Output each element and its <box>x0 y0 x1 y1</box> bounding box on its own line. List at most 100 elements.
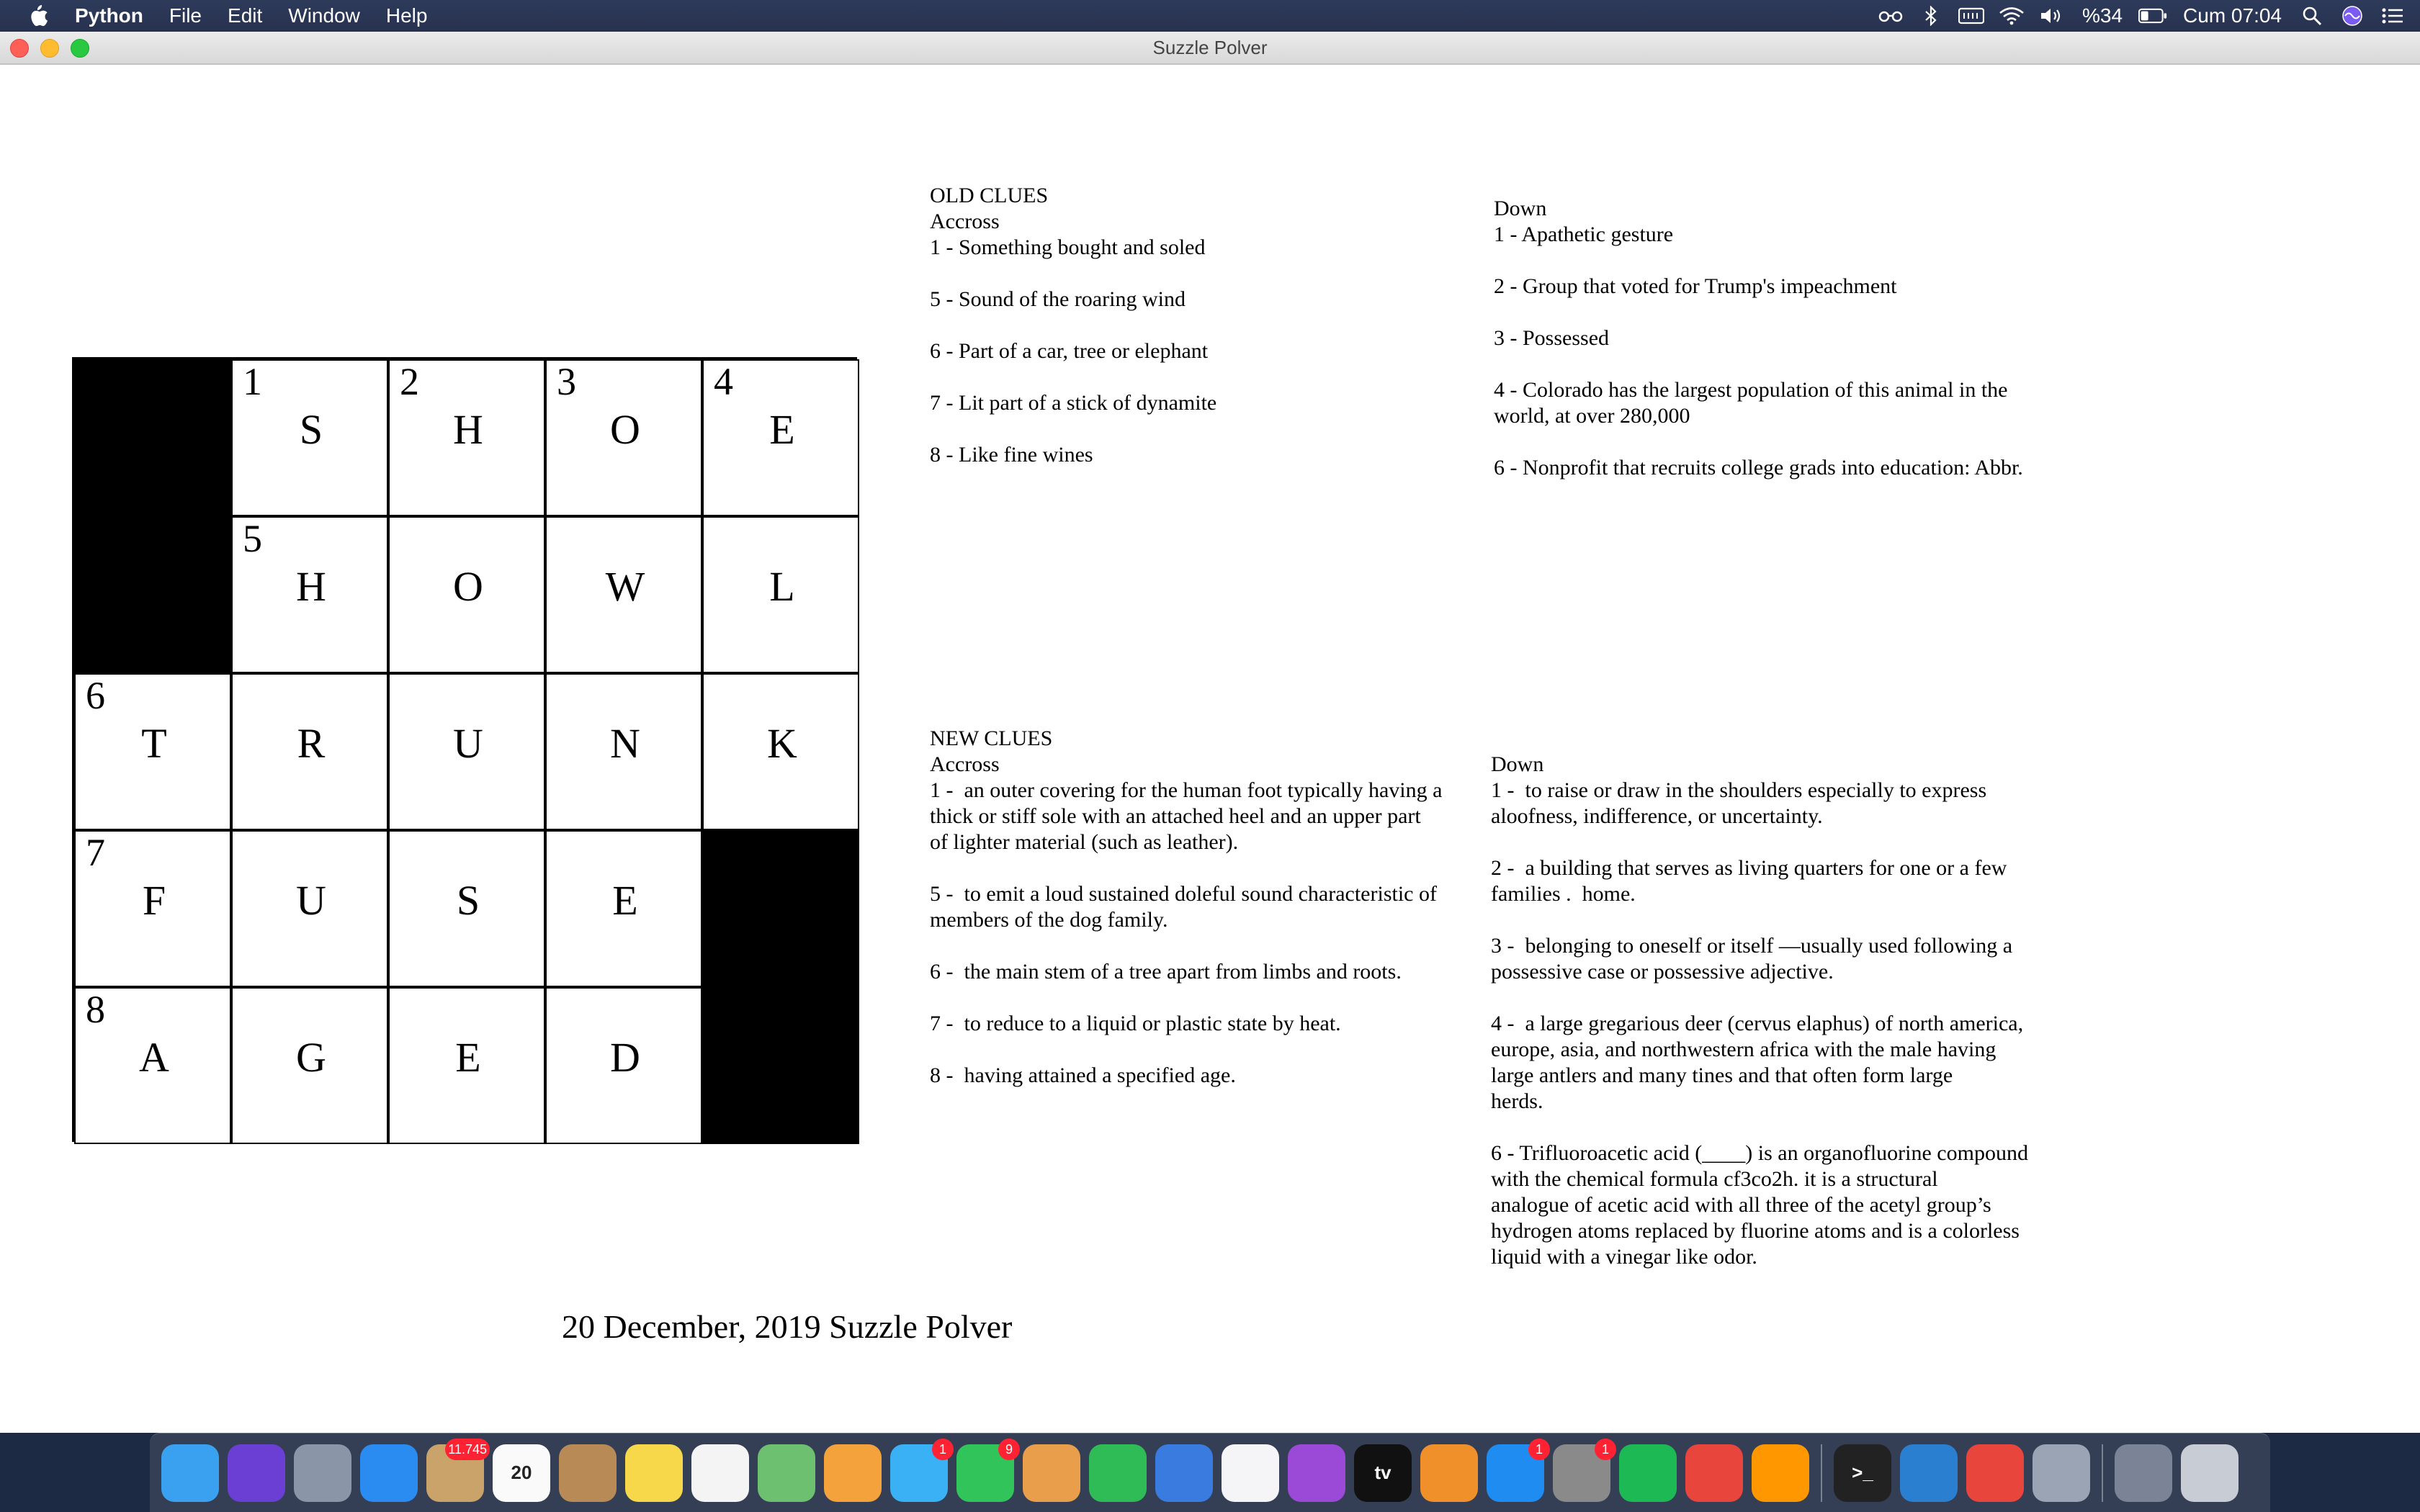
grid-cell[interactable]: D <box>545 987 702 1144</box>
grid-cell[interactable]: 7F <box>74 830 231 987</box>
menu-help[interactable]: Help <box>373 0 441 32</box>
keyboard-icon[interactable] <box>1957 0 1986 32</box>
window-zoom-button[interactable] <box>71 39 89 58</box>
new-clues-down-label: Down <box>1491 752 1544 776</box>
spotlight-search-icon[interactable] <box>2298 0 2326 32</box>
sublime-text-icon[interactable] <box>1752 1444 1809 1502</box>
notes-icon[interactable] <box>625 1444 683 1502</box>
terminal-icon[interactable]: >_ <box>1834 1444 1891 1502</box>
cell-letter: E <box>612 877 638 924</box>
spotify-icon[interactable] <box>1619 1444 1677 1502</box>
old-clues-heading: OLD CLUES <box>930 184 1049 207</box>
reminders-icon[interactable] <box>691 1444 749 1502</box>
window-titlebar: Suzzle Polver <box>0 32 2420 65</box>
grid-cell[interactable]: N <box>545 673 702 830</box>
grid-cell[interactable]: S <box>388 830 545 987</box>
mail-icon[interactable]: 11.745 <box>426 1438 490 1502</box>
cell-letter: H <box>453 406 483 453</box>
keynote-icon[interactable] <box>1155 1444 1213 1502</box>
cell-letter: L <box>769 563 795 610</box>
grid-cell[interactable]: 5H <box>231 516 388 673</box>
rocket-icon[interactable] <box>2033 1444 2090 1502</box>
grid-cell[interactable]: K <box>702 673 859 830</box>
dock-separator <box>1821 1444 1822 1502</box>
trash-icon[interactable] <box>2181 1444 2238 1502</box>
old-clues-down-label: Down <box>1494 197 1547 220</box>
window-minimize-button[interactable] <box>40 39 59 58</box>
glasses-icon[interactable] <box>1876 0 1905 32</box>
vscode-icon[interactable] <box>1900 1444 1958 1502</box>
grid-cell[interactable]: U <box>231 830 388 987</box>
tv-icon[interactable]: tv <box>1354 1444 1412 1502</box>
grid-cell[interactable]: U <box>388 673 545 830</box>
contacts-icon[interactable] <box>559 1444 617 1502</box>
volume-icon[interactable] <box>2038 0 2066 32</box>
finder-icon[interactable] <box>161 1444 219 1502</box>
menu-window[interactable]: Window <box>275 0 373 32</box>
cell-letter: D <box>610 1034 640 1081</box>
clock[interactable]: Cum 07:04 <box>2173 4 2292 27</box>
grid-cell-black <box>74 516 231 673</box>
system-preferences-icon[interactable]: 1 <box>1553 1438 1616 1502</box>
grid-cell[interactable]: E <box>545 830 702 987</box>
grid-cell[interactable]: 2H <box>388 359 545 516</box>
music-icon[interactable] <box>1222 1444 1279 1502</box>
grid-cell[interactable]: 4E <box>702 359 859 516</box>
cell-letter: S <box>299 406 323 453</box>
clue-number: 7 <box>86 831 105 874</box>
new-clues-across-list: 1 - an outer covering for the human foot… <box>930 778 1443 1087</box>
cell-letter: K <box>767 720 797 767</box>
cell-letter: E <box>455 1034 481 1081</box>
photos-icon[interactable] <box>824 1444 882 1502</box>
wifi-icon[interactable] <box>1997 0 2026 32</box>
grid-cell[interactable]: O <box>388 516 545 673</box>
preview-icon[interactable] <box>1023 1444 1080 1502</box>
podcasts-icon[interactable] <box>1288 1444 1345 1502</box>
launchpad-icon[interactable] <box>294 1444 351 1502</box>
grid-cell[interactable]: E <box>388 987 545 1144</box>
books-icon[interactable] <box>1420 1444 1478 1502</box>
cell-letter: H <box>296 563 326 610</box>
clue-number: 6 <box>86 674 105 717</box>
clue-number: 8 <box>86 988 105 1031</box>
grid-cell[interactable]: W <box>545 516 702 673</box>
menu-edit[interactable]: Edit <box>215 0 275 32</box>
app-store-icon[interactable]: 1 <box>1487 1438 1550 1502</box>
cell-letter: F <box>142 877 166 924</box>
grid-cell[interactable]: R <box>231 673 388 830</box>
chrome-icon[interactable] <box>1685 1444 1743 1502</box>
clue-number: 4 <box>714 360 733 403</box>
messages-icon[interactable]: 1 <box>890 1438 954 1502</box>
cell-letter: A <box>139 1034 169 1081</box>
dock-separator <box>2102 1444 2103 1502</box>
safari-icon[interactable] <box>360 1444 418 1502</box>
battery-icon[interactable] <box>2138 0 2167 32</box>
grid-cell[interactable]: 6T <box>74 673 231 830</box>
menu-bar: Python File Edit Window Help %34 Cum 07:… <box>0 0 2420 32</box>
grid-cell[interactable]: 8A <box>74 987 231 1144</box>
siri-icon[interactable] <box>2338 0 2367 32</box>
mail-badge: 11.745 <box>445 1438 490 1460</box>
grid-cell[interactable]: 1S <box>231 359 388 516</box>
app-menu[interactable]: Python <box>62 0 156 32</box>
calendar-icon[interactable]: 20 <box>493 1444 550 1502</box>
cell-letter: N <box>610 720 640 767</box>
menu-bar-left: Python File Edit Window Help <box>0 0 440 32</box>
window-close-button[interactable] <box>10 39 29 58</box>
app-store-badge: 1 <box>1528 1438 1550 1460</box>
downloads-stack-icon[interactable] <box>2115 1444 2172 1502</box>
new-clues-heading: NEW CLUES <box>930 726 1053 750</box>
siri-icon[interactable] <box>228 1444 285 1502</box>
apple-icon[interactable] <box>27 4 49 28</box>
grid-cell[interactable]: L <box>702 516 859 673</box>
grid-cell[interactable]: 3O <box>545 359 702 516</box>
chrome-2-icon[interactable] <box>1966 1444 2024 1502</box>
menu-file[interactable]: File <box>156 0 215 32</box>
numbers-icon[interactable] <box>1089 1444 1147 1502</box>
maps-icon[interactable] <box>758 1444 815 1502</box>
bluetooth-icon[interactable] <box>1917 0 1945 32</box>
grid-cell-black <box>74 359 231 516</box>
grid-cell[interactable]: G <box>231 987 388 1144</box>
notification-center-icon[interactable] <box>2378 0 2407 32</box>
facetime-icon[interactable]: 9 <box>956 1438 1020 1502</box>
